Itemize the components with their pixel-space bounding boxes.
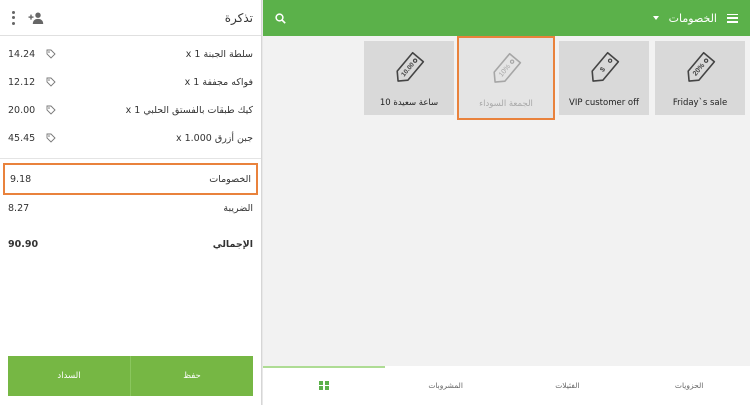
discount-tile[interactable]: 20% Friday`s sale (655, 41, 745, 115)
discount-label: الجمعة السوداء (479, 99, 533, 109)
discount-tag-icon: 10.00 (389, 48, 429, 92)
tag-icon (46, 133, 60, 143)
ticket-header: تذكرة (0, 0, 261, 36)
save-button[interactable]: حفظ (130, 356, 253, 396)
item-amount: 45.45 (8, 132, 36, 144)
tag-icon (46, 77, 60, 87)
more-options-icon[interactable] (8, 10, 18, 25)
divider (0, 158, 261, 159)
badge-text: $ (599, 66, 607, 74)
category-selector[interactable]: الخصومات (652, 11, 738, 25)
ticket-actions: السداد حفظ (8, 356, 253, 396)
ticket-item[interactable]: 45.45 جبن أزرق x 1.000 (0, 124, 261, 152)
discount-tag-icon: 20% (680, 48, 720, 92)
nav-tab-grid[interactable] (263, 366, 385, 405)
search-icon[interactable] (275, 12, 286, 24)
menu-icon[interactable] (727, 13, 738, 23)
ticket-item[interactable]: 14.24 سلطة الجبنة x 1 (0, 40, 261, 68)
item-name: جبن أزرق x 1.000 (175, 132, 253, 144)
item-amount: 12.12 (8, 76, 36, 88)
total-row: 90.90 الإجمالي (0, 231, 261, 257)
item-amount: 20.00 (8, 104, 36, 116)
app-toolbar: الخصومات (263, 0, 750, 36)
nav-tab-desserts[interactable]: الحزويات (628, 366, 750, 405)
discount-tile[interactable]: 10.00 ساعة سعيدة 10 (364, 41, 454, 115)
discount-label: VIP customer off (569, 98, 639, 108)
discount-value: 9.18 (10, 173, 32, 185)
toolbar-title: الخصومات (668, 11, 717, 25)
ticket-item[interactable]: 20.00 كيك طبقات بالفستق الحلبي x 1 (0, 96, 261, 124)
dropdown-caret-icon (652, 16, 659, 20)
ticket-header-actions (8, 10, 44, 25)
tag-icon (46, 105, 60, 115)
tax-value: 8.27 (8, 202, 30, 214)
total-value: 90.90 (8, 238, 39, 250)
nav-tab-drinks[interactable]: المشروبات (385, 366, 507, 405)
nav-tab-appetizers[interactable]: الفئيلات (507, 366, 629, 405)
add-customer-icon[interactable] (28, 12, 44, 24)
ticket-items: 14.24 سلطة الجبنة x 1 12.12 فواكه مجففة … (0, 36, 261, 152)
ticket-item[interactable]: 12.12 فواكه مجففة x 1 (0, 68, 261, 96)
ticket-title: تذكرة (224, 10, 253, 25)
discount-tag-icon: 10% (486, 49, 526, 93)
item-name: كيك طبقات بالفستق الحلبي x 1 (125, 104, 253, 116)
discount-label: الخصومات (209, 173, 251, 185)
item-name: سلطة الجبنة x 1 (185, 48, 253, 60)
tag-icon (46, 49, 60, 59)
discount-tile-selected[interactable]: 10% الجمعة السوداء (457, 36, 555, 120)
discount-row[interactable]: 9.18 الخصومات (3, 163, 258, 195)
discount-tile[interactable]: $ VIP customer off (559, 41, 649, 115)
ticket-panel: تذكرة 14.24 سلطة الجبنة x 1 12.12 فواكه … (0, 0, 262, 405)
total-label: الإجمالي (212, 238, 253, 250)
item-amount: 14.24 (8, 48, 36, 60)
discount-label: ساعة سعيدة 10 (379, 98, 439, 108)
item-name: فواكه مجففة x 1 (184, 76, 253, 88)
bottom-navigation: المشروبات الفئيلات الحزويات (263, 366, 750, 405)
tax-label: الضريبة (223, 202, 253, 214)
tax-row: 8.27 الضريبة (0, 195, 261, 221)
discount-label: Friday`s sale (672, 98, 728, 108)
discount-tag-icon: $ (584, 48, 624, 92)
grid-icon (319, 380, 329, 391)
pay-button[interactable]: السداد (8, 356, 130, 396)
discount-grid: 20% Friday`s sale $ VIP customer off 10%… (263, 36, 750, 366)
